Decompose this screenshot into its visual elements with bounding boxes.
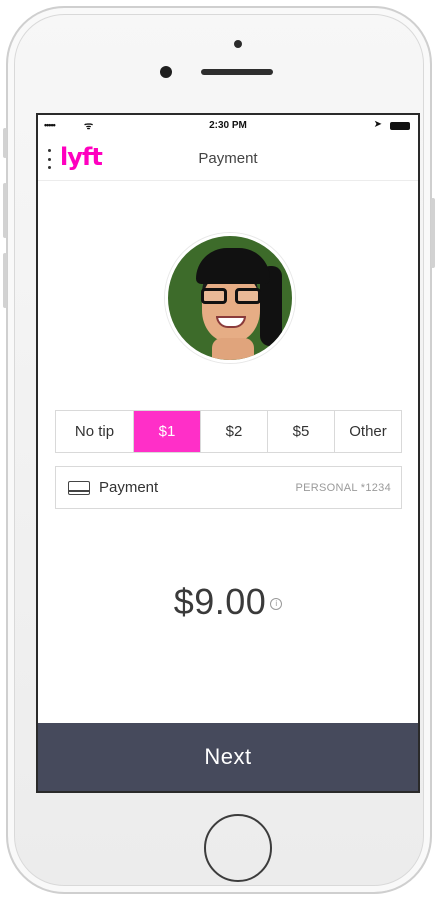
- phone-top-dot: [234, 40, 242, 48]
- avatar-glasses: [201, 288, 261, 304]
- phone-volume-up: [3, 183, 7, 238]
- phone-volume-down: [3, 253, 7, 308]
- tip-option-5[interactable]: $5: [268, 411, 335, 452]
- phone-silent-switch: [3, 128, 7, 158]
- earpiece-speaker: [201, 69, 273, 75]
- card-icon: [68, 480, 90, 495]
- payment-account: PERSONAL *1234: [295, 481, 391, 494]
- avatar-bangs: [196, 248, 270, 284]
- payment-method-row[interactable]: Payment PERSONAL *1234: [55, 466, 402, 509]
- status-time: 2:30 PM: [209, 120, 247, 131]
- tip-selector: No tip $1 $2 $5 Other: [55, 410, 402, 453]
- driver-avatar: [165, 233, 295, 363]
- total-amount-area: $9.00 i: [38, 581, 418, 623]
- home-button[interactable]: [204, 814, 272, 882]
- nav-bar: lyft Payment: [38, 139, 418, 181]
- total-amount: $9.00: [173, 581, 267, 622]
- payment-label: Payment: [99, 479, 159, 496]
- tip-option-no-tip[interactable]: No tip: [56, 411, 134, 452]
- front-camera: [160, 66, 172, 78]
- location-arrow-icon: ➤: [373, 119, 382, 130]
- page-title: Payment: [198, 150, 258, 167]
- next-button[interactable]: Next: [38, 723, 418, 791]
- tip-option-1[interactable]: $1: [134, 411, 201, 452]
- tip-option-other[interactable]: Other: [335, 411, 401, 452]
- phone-power-button: [431, 198, 435, 268]
- tip-option-2[interactable]: $2: [201, 411, 268, 452]
- avatar-neck: [212, 338, 254, 360]
- battery-icon: [390, 122, 410, 130]
- status-bar: ••••• ᯤ 2:30 PM ➤: [38, 115, 418, 137]
- info-icon[interactable]: i: [270, 598, 283, 610]
- app-screen: ••••• ᯤ 2:30 PM ➤ lyft Payment No tip $1…: [36, 113, 420, 793]
